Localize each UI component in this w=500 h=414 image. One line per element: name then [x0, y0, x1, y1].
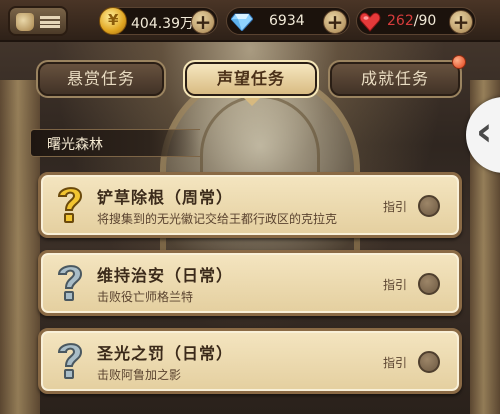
- active-tab-pointer: [244, 98, 260, 106]
- gold-counter: 404.39万 +: [99, 7, 218, 35]
- hamburger-icon: [40, 16, 60, 28]
- question-silver-icon: [57, 343, 83, 379]
- add-stamina-button[interactable]: +: [449, 10, 473, 34]
- stamina-counter: 262/90 +: [356, 7, 476, 35]
- stamina-current: 262: [387, 13, 414, 29]
- quest-guide-button[interactable]: [418, 351, 440, 373]
- region-header: 曙光森林: [30, 129, 200, 157]
- tab-reputation-label: 声望任务: [216, 69, 285, 88]
- chevron-left-icon: ‹: [476, 109, 493, 155]
- menu-button[interactable]: [8, 6, 68, 36]
- quest-guide-label[interactable]: 指引: [383, 198, 407, 215]
- question-gold-icon: [57, 187, 83, 223]
- quest-guide-button[interactable]: [418, 273, 440, 295]
- tab-achievement-label: 成就任务: [360, 69, 429, 88]
- helmet-icon: [16, 13, 34, 31]
- quest-description: 将搜集到的无光徽记交给王都行政区的克拉克: [97, 212, 338, 226]
- quest-description: 击败役亡师格兰特: [97, 290, 194, 304]
- quest-card[interactable]: 维持治安（日常） 击败役亡师格兰特 指引: [38, 250, 462, 316]
- diamond-counter: 6934 +: [226, 7, 350, 35]
- gold-value: 404.39万: [131, 16, 194, 32]
- quest-guide-label[interactable]: 指引: [383, 354, 407, 371]
- tab-achievement[interactable]: 成就任务: [328, 60, 462, 98]
- diamond-icon: [231, 13, 253, 31]
- quest-title: 圣光之罚（日常）: [97, 344, 234, 363]
- notification-dot: [452, 55, 466, 69]
- add-diamond-button[interactable]: +: [323, 10, 347, 34]
- quest-description: 击败阿鲁加之影: [97, 368, 182, 382]
- diamond-value: 6934: [269, 13, 305, 29]
- resource-bar: 404.39万 + 6934 + 262/90 +: [0, 0, 500, 42]
- quest-title: 铲草除根（周常）: [97, 188, 234, 207]
- gold-coin-icon: [99, 7, 127, 35]
- quest-title: 维持治安（日常）: [97, 266, 234, 285]
- tab-bounty[interactable]: 悬赏任务: [36, 60, 166, 98]
- quest-guide-button[interactable]: [418, 195, 440, 217]
- stamina-value: 262/90: [387, 13, 436, 29]
- quest-card[interactable]: 铲草除根（周常） 将搜集到的无光徽记交给王都行政区的克拉克 指引: [38, 172, 462, 238]
- stamina-max: 90: [418, 13, 437, 29]
- region-name: 曙光森林: [47, 137, 103, 153]
- tab-bounty-label: 悬赏任务: [66, 69, 135, 88]
- heart-icon: [359, 12, 381, 32]
- quest-card[interactable]: 圣光之罚（日常） 击败阿鲁加之影 指引: [38, 328, 462, 394]
- question-silver-icon: [57, 265, 83, 301]
- tab-reputation[interactable]: 声望任务: [183, 60, 319, 98]
- quest-guide-label[interactable]: 指引: [383, 276, 407, 293]
- add-gold-button[interactable]: +: [191, 10, 215, 34]
